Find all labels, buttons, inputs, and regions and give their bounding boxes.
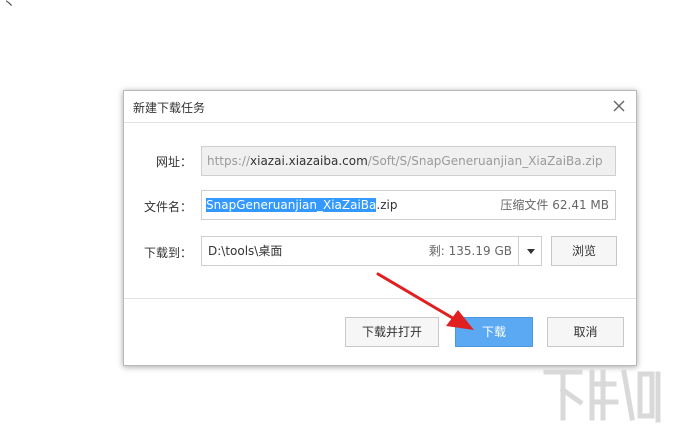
save-path-input[interactable]: D:\tools\桌面 剩: 135.19 GB	[201, 236, 519, 266]
filename-extension: .zip	[376, 198, 398, 212]
close-button[interactable]	[610, 97, 628, 115]
save-path-text: D:\tools\桌面	[208, 244, 283, 258]
download-and-open-button[interactable]: 下载并打开	[345, 317, 439, 347]
filename-selected-text: SnapGeneruanjian_XiaZaiBa	[206, 198, 377, 212]
download-button[interactable]: 下载	[455, 317, 533, 347]
url-field[interactable]: https://xiazai.xiazaiba.com/Soft/S/SnapG…	[201, 146, 616, 176]
save-path-dropdown-button[interactable]	[518, 236, 542, 266]
stray-glyph: 丶	[2, 0, 16, 13]
filename-label: 文件名：	[143, 200, 192, 214]
close-icon	[613, 100, 625, 112]
browse-button[interactable]: 浏览	[551, 236, 617, 266]
watermark-logo-icon	[543, 369, 661, 423]
chevron-down-icon	[527, 249, 535, 254]
filename-input[interactable]: SnapGeneruanjian_XiaZaiBa.zip 压缩文件 62.41 …	[201, 190, 616, 220]
file-type-size: 压缩文件 62.41 MB	[500, 198, 609, 212]
divider	[124, 298, 636, 299]
url-host: xiazai.xiazaiba.com	[250, 154, 368, 168]
url-path: /Soft/S/SnapGeneruanjian_XiaZaiBa.zip	[367, 154, 603, 168]
dialog-title: 新建下载任务	[133, 101, 206, 115]
save-to-label: 下载到：	[143, 246, 192, 260]
free-space-text: 剩: 135.19 GB	[428, 244, 512, 258]
screen: 丶 新建下载任务 网址： https://xiazai.xiazaiba.com…	[0, 0, 679, 426]
dialog-titlebar: 新建下载任务	[124, 91, 636, 123]
cancel-button[interactable]: 取消	[547, 317, 624, 347]
url-label: 网址：	[155, 155, 192, 169]
url-prefix: https://	[207, 154, 251, 168]
new-download-dialog: 新建下载任务 网址： https://xiazai.xiazaiba.com/S…	[123, 90, 637, 366]
